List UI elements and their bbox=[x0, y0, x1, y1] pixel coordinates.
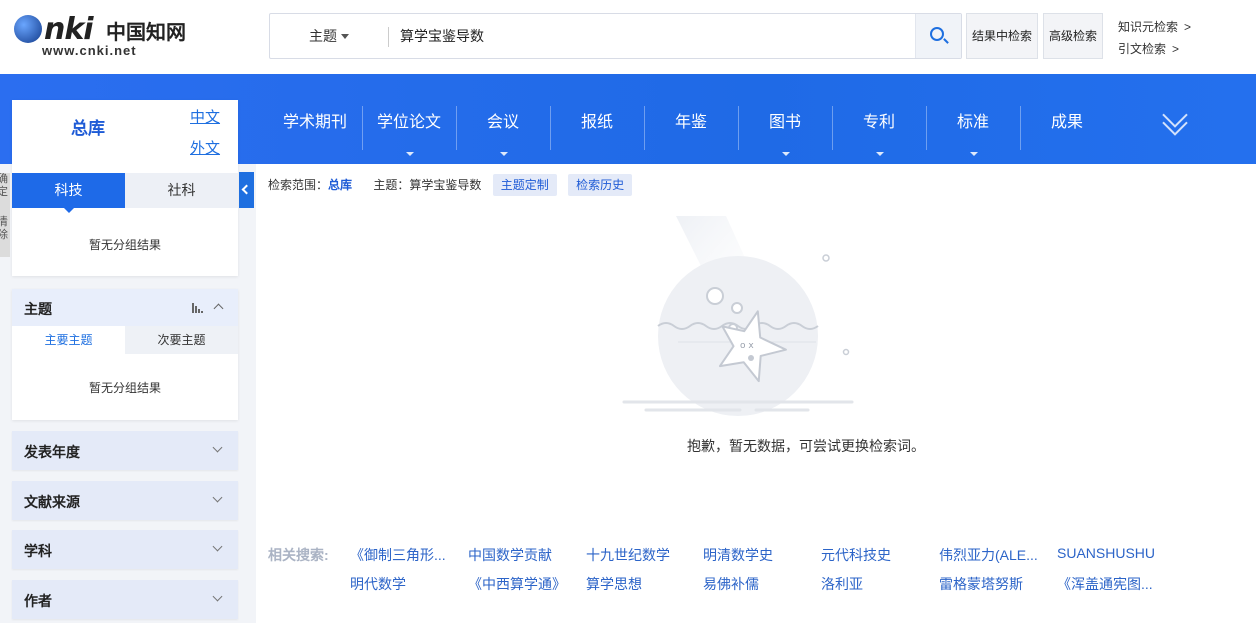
search-field-label: 主题 bbox=[309, 28, 337, 44]
caret-down-icon bbox=[341, 34, 349, 39]
breadcrumb: 检索范围：总库 主题：算学宝鉴导数 主题定制 检索历史 bbox=[268, 174, 633, 196]
caret-down-icon bbox=[970, 152, 978, 156]
citation-search-link[interactable]: 引文检索 > bbox=[1118, 40, 1179, 57]
svg-text:o x: o x bbox=[740, 341, 754, 351]
nav-separator bbox=[644, 106, 645, 150]
tab-social-science[interactable]: 社科 bbox=[125, 173, 238, 208]
logo-url: www.cnki.net bbox=[42, 43, 137, 58]
collapse-panel-button[interactable] bbox=[239, 172, 254, 208]
nav-separator bbox=[926, 106, 927, 150]
nav-separator bbox=[550, 106, 551, 150]
search-button[interactable] bbox=[915, 14, 961, 58]
chevron-up-icon[interactable] bbox=[213, 303, 224, 314]
globe-icon bbox=[14, 15, 42, 43]
library-empty-text: 暂无分组结果 bbox=[88, 238, 161, 252]
related-search-link[interactable]: SUANSHUSHU bbox=[1057, 545, 1155, 561]
related-search-label: 相关搜索: bbox=[268, 547, 329, 563]
related-search-link[interactable]: 《御制三角形... bbox=[350, 545, 446, 565]
side-clipped-labels[interactable]: 确 定 清 除 bbox=[0, 173, 10, 257]
related-search-link[interactable]: 算学思想 bbox=[586, 574, 642, 594]
chevron-down-icon bbox=[212, 591, 223, 602]
library-title[interactable]: 总库 bbox=[12, 100, 164, 172]
related-search-link[interactable]: 雷格蒙塔努斯 bbox=[939, 574, 1023, 594]
search-history-button[interactable]: 检索历史 bbox=[568, 174, 633, 196]
search-in-results-button[interactable]: 结果中检索 bbox=[966, 13, 1038, 59]
logo-chinese-name: 中国知网 bbox=[106, 20, 186, 44]
nav-expand-button[interactable] bbox=[1162, 102, 1190, 138]
nav-item-6[interactable]: 专利 bbox=[832, 74, 926, 164]
topic-facet-header[interactable]: 主题 bbox=[12, 289, 238, 326]
chevron-down-icon bbox=[212, 442, 223, 453]
related-search-link[interactable]: 中国数学贡献 bbox=[468, 545, 552, 565]
related-search-link[interactable]: 《浑盖通宪图... bbox=[1057, 574, 1153, 594]
search-input[interactable] bbox=[400, 18, 910, 54]
empty-message: 抱歉，暂无数据，可尝试更换检索词。 bbox=[687, 438, 925, 454]
facet-subject[interactable]: 学科 bbox=[12, 530, 238, 569]
arrow-right-icon: > bbox=[1172, 42, 1180, 56]
search-field-select[interactable]: 主题 bbox=[270, 14, 388, 58]
related-search-link[interactable]: 十九世纪数学 bbox=[586, 545, 670, 565]
knowledge-search-link[interactable]: 知识元检索 > bbox=[1118, 18, 1191, 35]
results-area: 检索范围：总库 主题：算学宝鉴导数 主题定制 检索历史 o x 抱歉，暂无数据，… bbox=[256, 164, 1256, 623]
search-box: 主题 bbox=[269, 13, 962, 59]
no-data-illustration: o x bbox=[622, 216, 854, 416]
advanced-search-button[interactable]: 高级检索 bbox=[1043, 13, 1103, 59]
arrow-right-icon: > bbox=[1184, 20, 1192, 34]
topic-custom-button[interactable]: 主题定制 bbox=[492, 174, 557, 196]
chevron-down-icon bbox=[212, 541, 223, 552]
facet-author[interactable]: 作者 bbox=[12, 580, 238, 619]
caret-down-icon bbox=[876, 152, 884, 156]
nav-item-1[interactable]: 学位论文 bbox=[362, 74, 456, 164]
facet-publish-year[interactable]: 发表年度 bbox=[12, 431, 238, 470]
tab-science[interactable]: 科技 bbox=[12, 173, 125, 213]
lang-chinese-link[interactable]: 中文 bbox=[190, 106, 220, 127]
cnki-logo[interactable]: nki 中国知网 www.cnki.net bbox=[14, 10, 194, 62]
caret-down-icon bbox=[406, 152, 414, 156]
search-divider bbox=[388, 27, 389, 47]
facet-source[interactable]: 文献来源 bbox=[12, 481, 238, 520]
topic-facet-title: 主题 bbox=[24, 301, 52, 317]
nav-separator bbox=[832, 106, 833, 150]
caret-down-icon bbox=[500, 152, 508, 156]
caret-down-icon bbox=[782, 152, 790, 156]
nav-item-4[interactable]: 年鉴 bbox=[644, 74, 738, 164]
related-search-link[interactable]: 伟烈亚力(ALE... bbox=[939, 545, 1038, 565]
nav-item-3[interactable]: 报纸 bbox=[550, 74, 644, 164]
header: nki 中国知网 www.cnki.net 主题 结果中检索 高级检索 知识元检… bbox=[0, 0, 1256, 74]
nav-item-0[interactable]: 学术期刊 bbox=[268, 74, 362, 164]
nav-item-8[interactable]: 成果 bbox=[1020, 74, 1114, 164]
logo-mark: nki bbox=[14, 12, 94, 47]
bar-chart-icon[interactable] bbox=[192, 303, 204, 313]
lang-foreign-link[interactable]: 外文 bbox=[190, 137, 220, 158]
nav-item-5[interactable]: 图书 bbox=[738, 74, 832, 164]
related-search-link[interactable]: 元代科技史 bbox=[821, 545, 891, 565]
topic-empty-text: 暂无分组结果 bbox=[88, 381, 161, 395]
tab-secondary-topic[interactable]: 次要主题 bbox=[125, 326, 238, 354]
related-search-link[interactable]: 易佛补儒 bbox=[703, 574, 759, 594]
nav-separator bbox=[1020, 106, 1021, 150]
topic-value: 算学宝鉴导数 bbox=[409, 178, 482, 192]
topic-facet-card: 主题 主要主题 次要主题 暂无分组结果 bbox=[12, 289, 238, 420]
library-card: 总库 中文 外文 科技 社科 暂无分组结果 bbox=[12, 100, 238, 276]
related-search-link[interactable]: 明代数学 bbox=[350, 574, 406, 594]
chevron-left-icon bbox=[241, 184, 252, 195]
scope-value: 总库 bbox=[328, 178, 353, 192]
related-search-link[interactable]: 《中西算学通》 bbox=[468, 574, 566, 594]
nav-separator bbox=[738, 106, 739, 150]
nav-separator bbox=[456, 106, 457, 150]
related-search-link[interactable]: 洛利亚 bbox=[821, 574, 863, 594]
nav-separator bbox=[362, 106, 363, 150]
nav-item-2[interactable]: 会议 bbox=[456, 74, 550, 164]
nav-item-7[interactable]: 标准 bbox=[926, 74, 1020, 164]
tab-main-topic[interactable]: 主要主题 bbox=[12, 326, 125, 354]
related-search-link[interactable]: 明清数学史 bbox=[703, 545, 773, 565]
chevron-down-icon bbox=[212, 492, 223, 503]
